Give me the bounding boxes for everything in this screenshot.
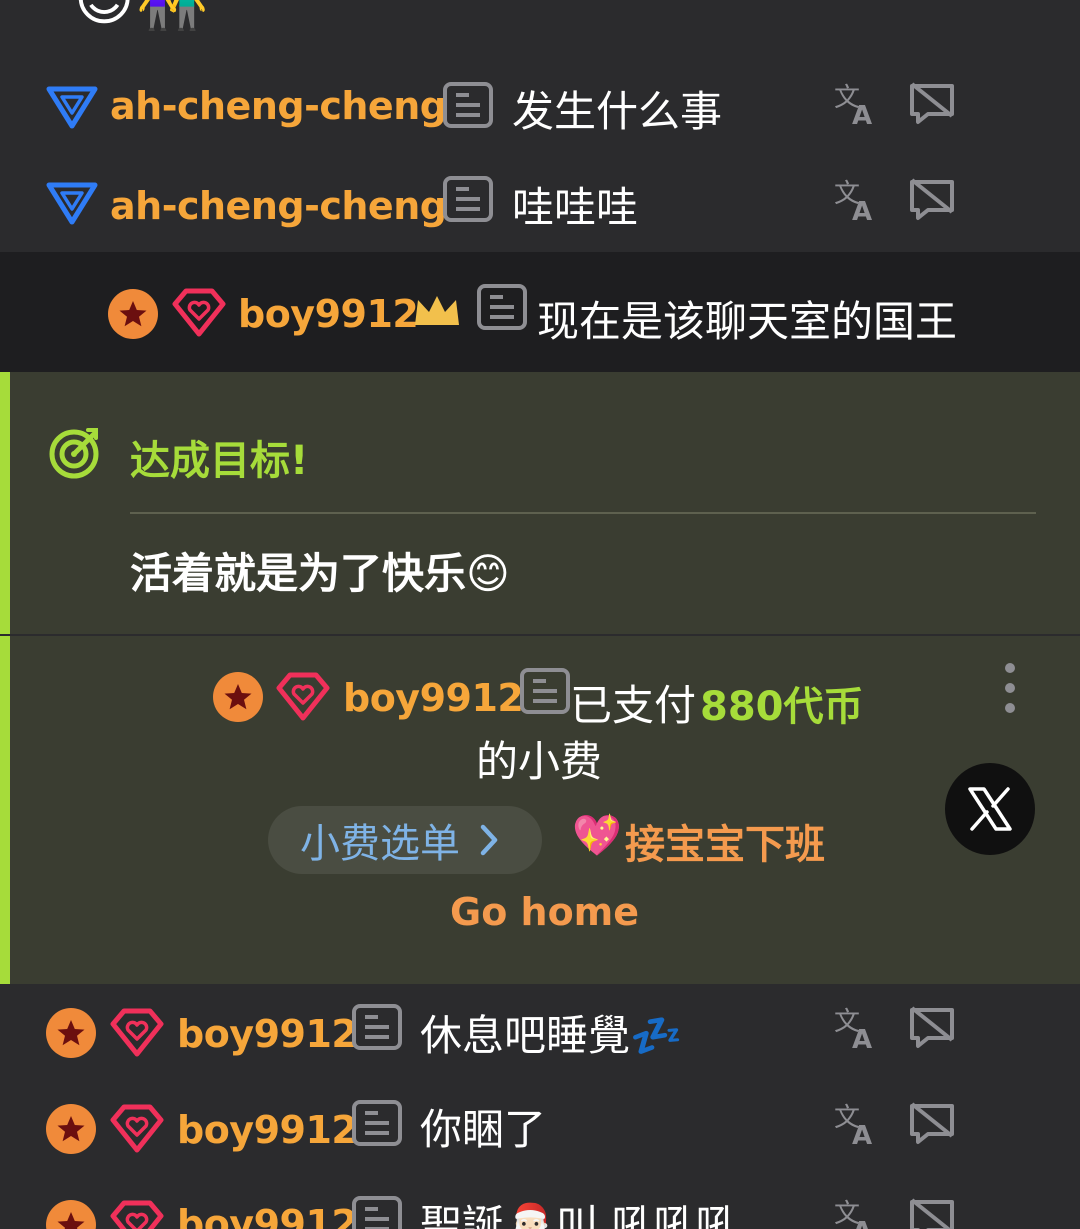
- message-type-icon: [520, 668, 570, 714]
- more-vertical-icon[interactable]: [1000, 660, 1020, 716]
- goal-divider: [130, 512, 1036, 514]
- chat-message[interactable]: boy9912 休息吧睡覺💤 文 A: [0, 984, 1080, 1074]
- message-type-icon: [443, 176, 493, 222]
- diamond-heart-icon: [110, 1200, 164, 1229]
- chat-message[interactable]: boy9912 聖誕🎅🏻叫 吼吼吼 文 A: [0, 1170, 1080, 1229]
- top-emoji-strip: 😊 👫: [0, 0, 1080, 58]
- username[interactable]: ah-cheng-cheng: [110, 184, 447, 228]
- message-type-icon: [443, 82, 493, 128]
- star-badge-icon: [213, 672, 263, 722]
- translate-icon[interactable]: 文 A: [832, 1100, 880, 1148]
- king-notice-text: 现在是该聊天室的国王: [537, 297, 958, 346]
- username[interactable]: boy9912: [238, 292, 419, 336]
- hide-message-icon[interactable]: [908, 1100, 956, 1148]
- goal-title: 达成目标!: [130, 438, 309, 484]
- star-badge-icon: [108, 289, 158, 339]
- x-logo-icon: [968, 787, 1012, 831]
- message-type-icon: [477, 284, 527, 330]
- star-badge-icon: [46, 1200, 96, 1229]
- tip-card: boy9912 已支付 880代币 的小费 小费选单 💖 接宝宝下班 Go ho…: [0, 636, 1080, 984]
- diamond-heart-icon: [276, 672, 330, 721]
- diamond-heart-icon: [110, 1008, 164, 1057]
- message-text: 哇哇哇: [512, 183, 639, 232]
- goal-achieved-card: 达成目标! 活着就是为了快乐😊: [0, 372, 1080, 634]
- star-badge-icon: [46, 1008, 96, 1058]
- tip-action-label: 接宝宝下班: [625, 822, 825, 868]
- message-type-icon: [352, 1004, 402, 1050]
- svg-text:A: A: [852, 1025, 872, 1052]
- hide-message-icon[interactable]: [908, 1196, 956, 1229]
- translate-icon[interactable]: 文 A: [832, 1004, 880, 1052]
- translate-icon[interactable]: 文 A: [832, 176, 880, 224]
- crown-icon: [415, 296, 459, 325]
- chat-message[interactable]: ah-cheng-cheng 哇哇哇 文 A: [0, 152, 1080, 252]
- username[interactable]: boy9912: [343, 676, 524, 720]
- king-notice: boy9912 现在是该聊天室的国王: [0, 252, 1080, 372]
- sparkling-heart-emoji: 💖: [572, 813, 622, 859]
- chevron-right-icon: [480, 824, 498, 856]
- svg-text:A: A: [852, 1121, 872, 1148]
- tip-amount: 880代币: [700, 684, 864, 730]
- goal-target-icon: [49, 428, 99, 479]
- message-type-icon: [352, 1100, 402, 1146]
- diamond-heart-icon: [172, 288, 226, 337]
- tip-action-sublabel: Go home: [450, 890, 640, 934]
- message-text: 休息吧睡覺💤: [420, 1011, 683, 1060]
- message-text: 你睏了: [420, 1105, 547, 1154]
- tip-menu-label: 小费选单: [300, 821, 460, 867]
- chat-message[interactable]: ah-cheng-cheng 发生什么事 文 A: [0, 58, 1080, 152]
- message-type-icon: [352, 1196, 402, 1229]
- hide-message-icon[interactable]: [908, 80, 956, 128]
- goal-message: 活着就是为了快乐😊: [130, 549, 510, 598]
- diamond-heart-icon: [110, 1104, 164, 1153]
- translate-icon[interactable]: 文 A: [832, 80, 880, 128]
- chat-message[interactable]: boy9912 你睏了 文 A: [0, 1074, 1080, 1170]
- username[interactable]: boy9912: [177, 1012, 358, 1056]
- tip-menu-button[interactable]: 小费选单: [268, 806, 542, 874]
- tip-text-suffix: 的小费: [476, 737, 603, 786]
- translate-icon[interactable]: 文 A: [832, 1196, 880, 1229]
- triangle-badge-icon: [46, 86, 98, 129]
- hide-message-icon[interactable]: [908, 176, 956, 224]
- svg-text:A: A: [852, 101, 872, 128]
- star-badge-icon: [46, 1104, 96, 1154]
- smile-emoji: 😊: [74, 0, 134, 28]
- username[interactable]: ah-cheng-cheng: [110, 84, 447, 128]
- tip-text-prefix: 已支付: [570, 681, 697, 730]
- hide-message-icon[interactable]: [908, 1004, 956, 1052]
- couple-emoji: 👫: [136, 0, 208, 28]
- triangle-badge-icon: [46, 182, 98, 225]
- svg-text:A: A: [852, 197, 872, 224]
- svg-text:A: A: [852, 1217, 872, 1229]
- username[interactable]: boy9912: [177, 1108, 358, 1152]
- message-text: 发生什么事: [512, 87, 723, 136]
- x-logo-button[interactable]: [945, 763, 1035, 855]
- username[interactable]: boy9912: [177, 1202, 358, 1229]
- message-text: 聖誕🎅🏻叫 吼吼吼: [420, 1201, 738, 1229]
